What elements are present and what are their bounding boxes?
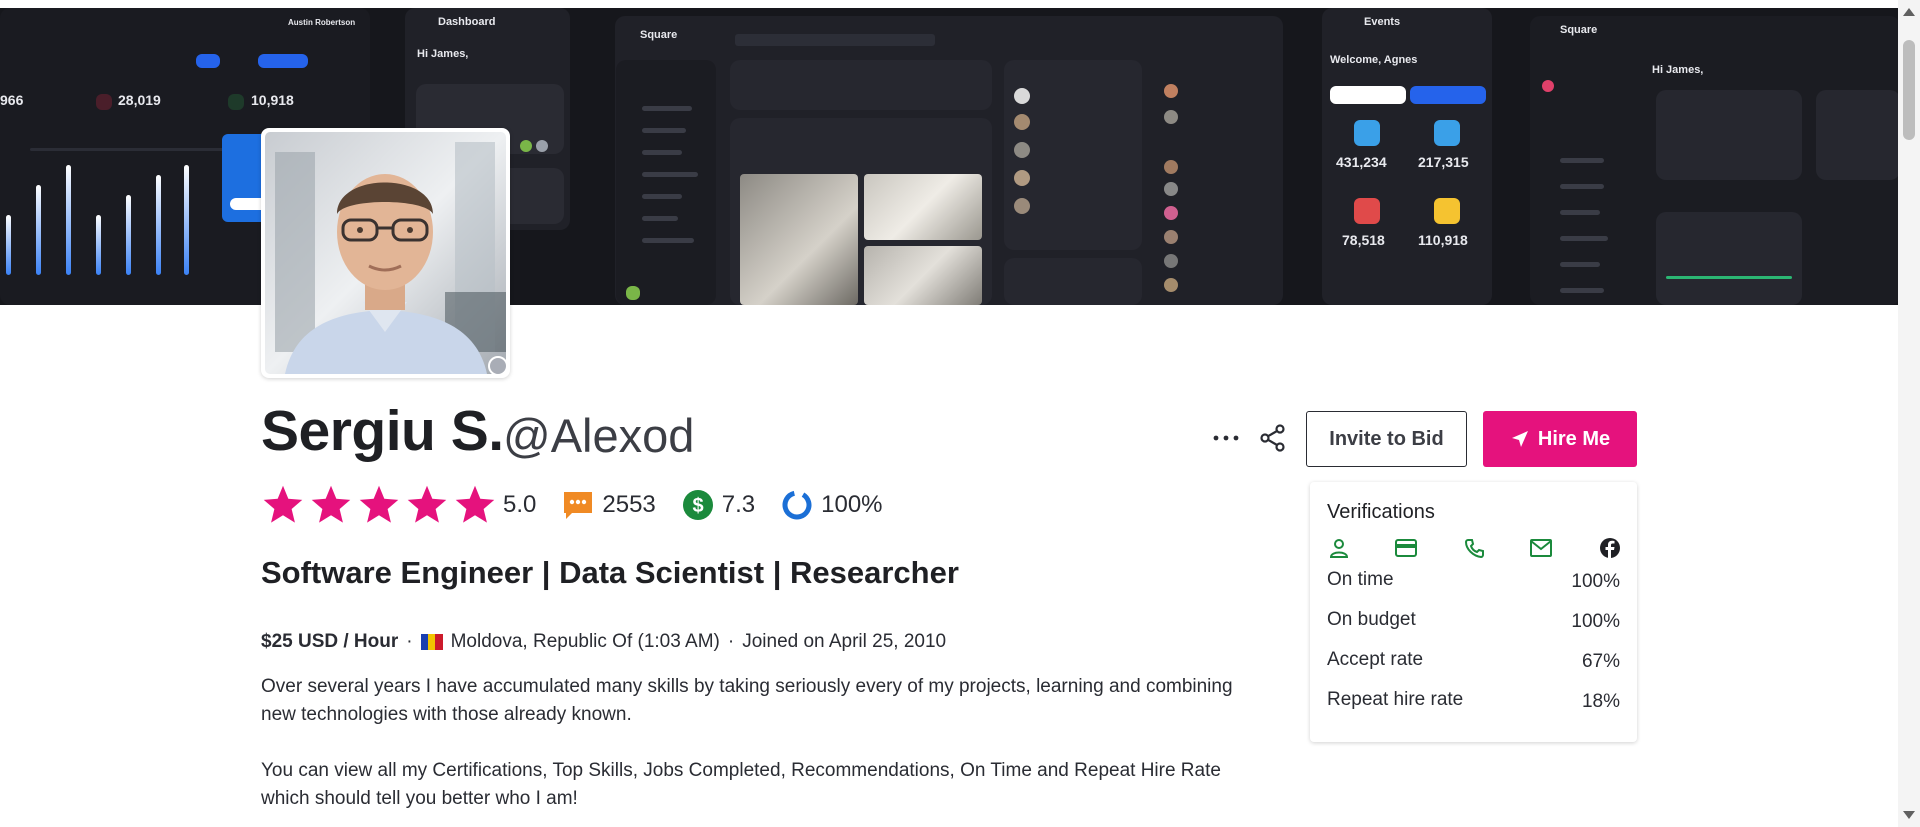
more-horizontal-icon[interactable] xyxy=(1211,423,1241,453)
star-icon xyxy=(407,485,447,523)
hourly-rate: $25 USD / Hour xyxy=(261,631,399,652)
online-status-dot xyxy=(488,356,508,376)
row-value: 67% xyxy=(1581,651,1620,672)
invite-button-label: Invite to Bid xyxy=(1329,427,1444,450)
avatar-photo xyxy=(265,132,506,374)
invite-to-bid-button[interactable]: Invite to Bid xyxy=(1306,411,1467,467)
cover-text: Square xyxy=(1560,24,1598,36)
star-icon xyxy=(263,485,303,523)
bio-paragraph: You can view all my Certifications, Top … xyxy=(261,760,1221,809)
flag-icon xyxy=(420,634,443,650)
scroll-up-arrow[interactable] xyxy=(1903,8,1915,16)
profile-name: Sergiu S. xyxy=(261,399,504,463)
share-icon[interactable] xyxy=(1258,423,1288,453)
profile-avatar xyxy=(261,128,510,378)
row-label: Repeat hire rate xyxy=(1327,689,1464,710)
profile-page: Austin Robertson 966 28,019 10,918 Dashb… xyxy=(0,0,1920,827)
cover-text: Welcome, Agnes xyxy=(1330,54,1418,66)
profile-headline: Software Engineer | Data Scientist | Res… xyxy=(261,555,959,590)
verification-icons xyxy=(1326,535,1626,563)
earnings-icon: $ xyxy=(682,490,713,520)
earnings-score: 7.3 xyxy=(721,491,756,518)
rating-stars xyxy=(261,483,501,527)
profile-meta: $25 USD / Hour · Moldova, Republic Of (1… xyxy=(261,631,947,652)
hire-me-button[interactable]: Hire Me xyxy=(1483,411,1637,467)
email-icon xyxy=(1528,535,1554,561)
cover-number: 217,315 xyxy=(1418,154,1469,170)
cover-text: Austin Robertson xyxy=(288,18,356,27)
cover-number: 966 xyxy=(0,92,24,108)
user-icon xyxy=(1326,535,1352,561)
scrollbar-thumb[interactable] xyxy=(1903,40,1915,140)
profile-handle: @Alexod xyxy=(503,409,695,462)
star-icon xyxy=(455,485,495,523)
location: Moldova, Republic Of (1:03 AM) xyxy=(450,631,720,652)
cover-number: 78,518 xyxy=(1342,232,1385,248)
profile-stats: 5.0 2553 $ 7.3 100% xyxy=(261,482,883,528)
verification-row-on-time: On time 100% xyxy=(1327,569,1620,592)
row-label: On time xyxy=(1327,569,1394,590)
cover-number: 28,019 xyxy=(118,92,161,108)
star-icon xyxy=(311,485,351,523)
rating-value: 5.0 xyxy=(503,491,537,518)
verification-row-repeat-hire-rate: Repeat hire rate 18% xyxy=(1327,689,1620,712)
row-value: 18% xyxy=(1581,691,1620,712)
cover-text: Square xyxy=(640,29,678,41)
hire-button-label: Hire Me xyxy=(1537,427,1611,450)
scroll-down-arrow[interactable] xyxy=(1903,811,1915,819)
page-scrollbar[interactable] xyxy=(1898,0,1920,827)
star-icon xyxy=(359,485,399,523)
phone-icon xyxy=(1461,535,1487,561)
verifications-card: Verifications On time 100% On budget 100… xyxy=(1310,482,1637,742)
cover-text: Events xyxy=(1364,16,1401,28)
cover-text: Hi James, xyxy=(417,48,469,60)
joined-date: Joined on April 25, 2010 xyxy=(742,631,947,652)
facebook-icon xyxy=(1597,535,1623,561)
reviews-count: 2553 xyxy=(602,491,656,518)
cover-number: 10,918 xyxy=(251,92,294,108)
verifications-title: Verifications xyxy=(1327,501,1435,523)
bio-paragraph: Over several years I have accumulated ma… xyxy=(261,676,1233,725)
row-label: Accept rate xyxy=(1327,649,1424,670)
send-icon xyxy=(1511,431,1528,447)
row-label: On budget xyxy=(1327,609,1416,630)
cover-text: Hi James, xyxy=(1652,64,1704,76)
completion-icon xyxy=(782,490,812,520)
reviews-icon xyxy=(564,492,593,519)
cover-number: 110,918 xyxy=(1418,232,1468,248)
row-value: 100% xyxy=(1571,571,1620,592)
credit-card-icon xyxy=(1393,535,1419,561)
verification-row-accept-rate: Accept rate 67% xyxy=(1327,649,1620,672)
verification-row-on-budget: On budget 100% xyxy=(1327,609,1620,632)
completion-rate: 100% xyxy=(821,491,883,518)
row-value: 100% xyxy=(1571,611,1620,632)
cover-text: Dashboard xyxy=(438,16,496,28)
svg-text:$: $ xyxy=(692,495,703,517)
cover-number: 431,234 xyxy=(1336,154,1387,170)
